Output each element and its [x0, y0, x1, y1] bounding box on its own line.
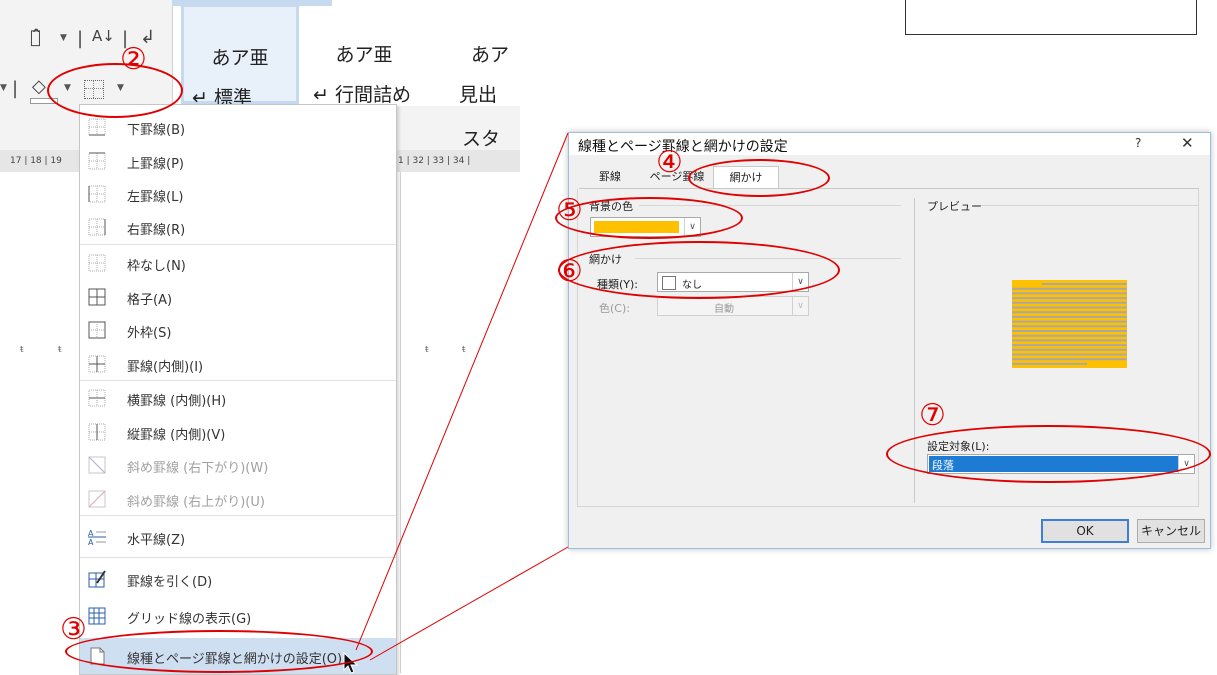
- highlight-oval-pattern-style: [558, 241, 840, 299]
- step-6-badge: ⑥: [556, 254, 583, 289]
- step-4-badge: ④: [656, 145, 683, 180]
- highlight-oval-fill-color: [555, 197, 743, 239]
- step-3-badge: ③: [60, 612, 87, 647]
- highlight-oval-shading-tab: [688, 159, 830, 197]
- callout-line: [355, 132, 569, 651]
- callout-line: [369, 546, 569, 661]
- highlight-oval-borders-shading-item: [65, 630, 373, 673]
- step-7-badge: ⑦: [919, 398, 946, 433]
- callout-lines: [355, 132, 569, 661]
- highlight-oval-apply-to: [886, 425, 1211, 483]
- step-5-badge: ⑤: [556, 193, 583, 228]
- highlight-oval-borders-button: [47, 63, 183, 118]
- step-2-badge: ②: [120, 42, 147, 77]
